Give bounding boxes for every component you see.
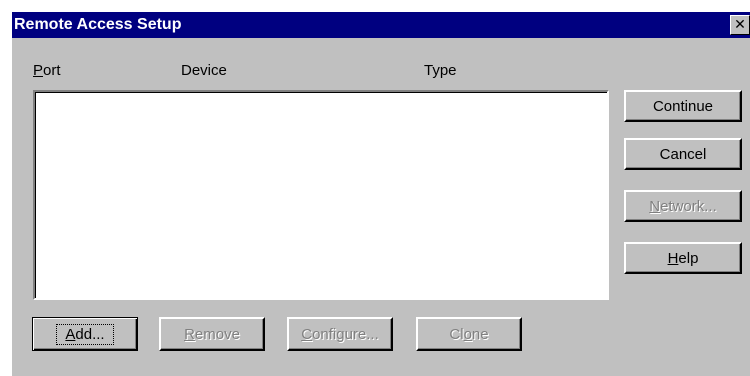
close-icon: ✕: [734, 16, 746, 32]
network-button-label: Network...: [649, 198, 717, 215]
clone-label-rest: ne: [471, 325, 489, 343]
configure-accelerator: C: [301, 325, 313, 343]
title-bar: Remote Access Setup ✕: [12, 12, 750, 38]
clone-button-label: Clone: [449, 326, 488, 343]
remove-label-rest: emove: [194, 325, 240, 343]
cancel-button-label: Cancel: [659, 145, 707, 163]
configure-button[interactable]: Configure...: [287, 317, 393, 351]
help-button[interactable]: Help: [624, 242, 742, 274]
network-label-rest: etwork...: [660, 197, 717, 215]
port-accelerator: P: [33, 62, 44, 79]
clone-accelerator: o: [463, 325, 472, 343]
remove-button-label: Remove: [184, 326, 240, 343]
port-list[interactable]: [33, 90, 609, 300]
cancel-button[interactable]: Cancel: [624, 138, 742, 170]
remove-accelerator: R: [184, 325, 195, 343]
configure-button-label: Configure...: [301, 326, 379, 343]
close-button[interactable]: ✕: [730, 15, 750, 35]
clone-label-pre: Cl: [449, 325, 464, 343]
add-accelerator: A: [65, 325, 76, 343]
column-header-type: Type: [424, 62, 457, 79]
network-accelerator: N: [649, 197, 661, 215]
continue-button[interactable]: Continue: [624, 90, 742, 122]
add-button-label: Add...: [56, 323, 114, 345]
remote-access-setup-dialog: Remote Access Setup ✕ Port Device Type C…: [12, 12, 750, 376]
add-button[interactable]: Add...: [32, 317, 138, 351]
clone-button[interactable]: Clone: [416, 317, 522, 351]
continue-button-label: Continue: [652, 97, 714, 115]
configure-label-rest: onfigure...: [312, 325, 379, 343]
column-header-port: Port: [33, 62, 61, 79]
help-button-label: Help: [668, 250, 699, 267]
add-label-rest: dd...: [75, 325, 105, 343]
column-header-device: Device: [181, 62, 227, 79]
window-title: Remote Access Setup: [14, 16, 182, 33]
remove-button[interactable]: Remove: [159, 317, 265, 351]
port-label-rest: ort: [43, 62, 61, 79]
help-label-rest: elp: [678, 249, 699, 267]
network-button[interactable]: Network...: [624, 190, 742, 222]
help-accelerator: H: [667, 249, 679, 267]
